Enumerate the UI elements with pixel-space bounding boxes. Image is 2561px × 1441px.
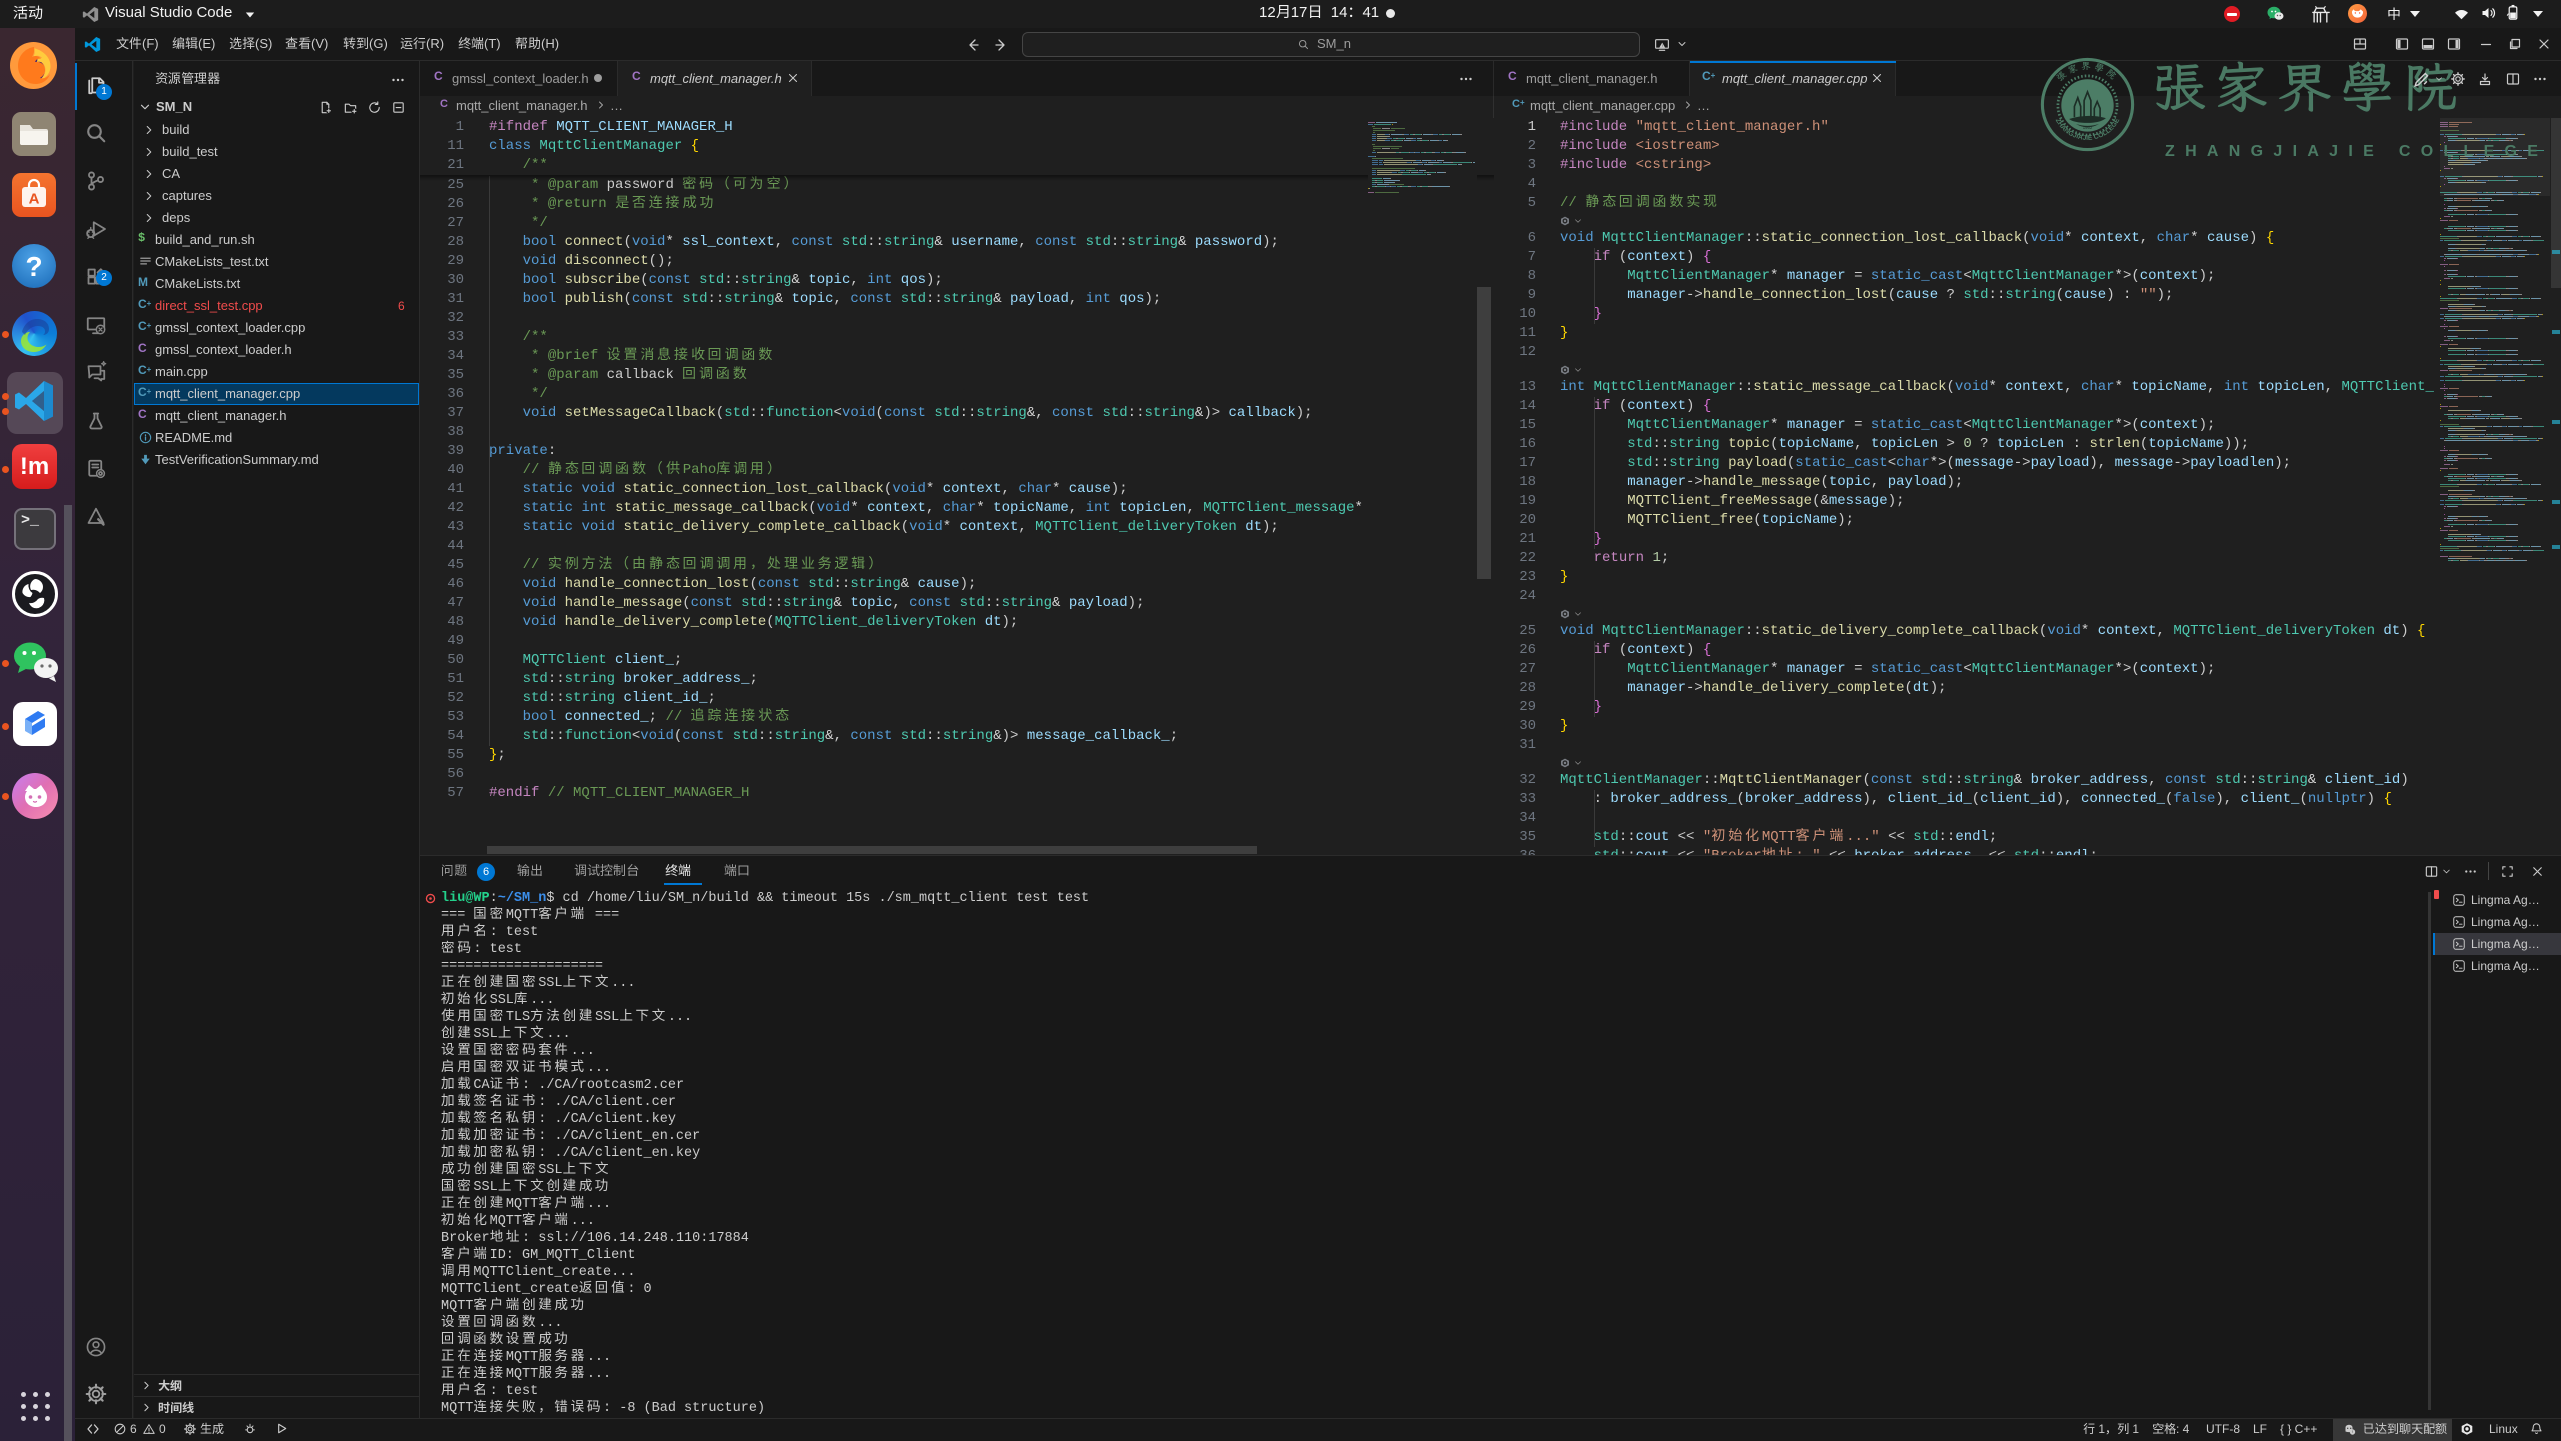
- svg-text:A: A: [29, 191, 40, 208]
- svg-text:!: !: [2352, 1429, 2353, 1434]
- svg-text:!: !: [1662, 44, 1663, 48]
- svg-text:1952: 1952: [2083, 125, 2093, 130]
